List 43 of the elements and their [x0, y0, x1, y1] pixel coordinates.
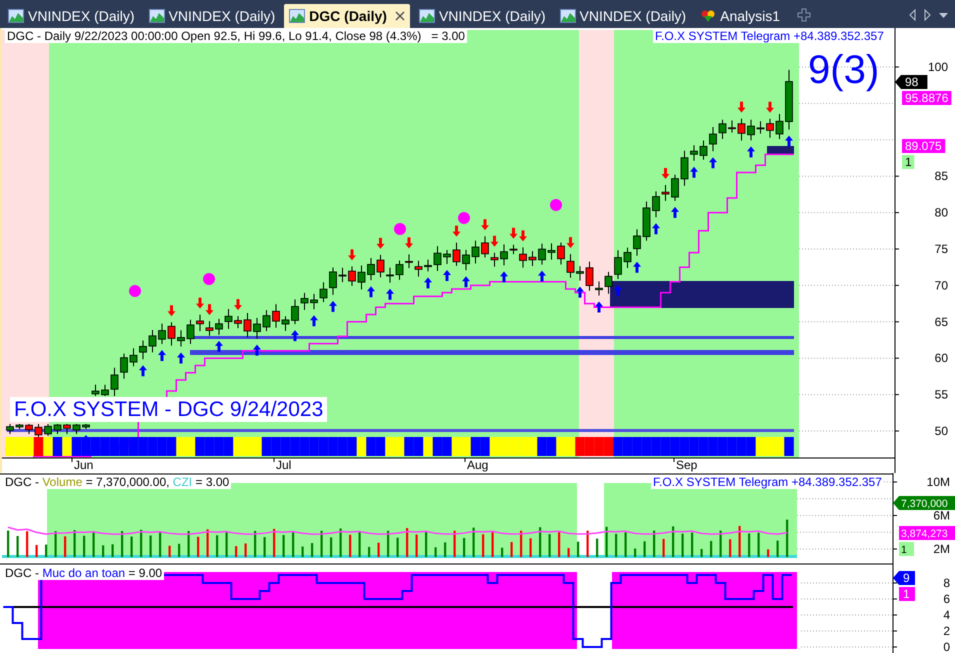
axis-label: 2	[943, 624, 950, 638]
chart-legend: DGC - Muc do an toan = 9.00	[3, 566, 164, 580]
axis-label: Jul	[276, 458, 292, 472]
axis-label: 4	[943, 608, 950, 622]
chart-tab[interactable]: VNINDEX (Daily)	[3, 4, 140, 28]
axis-label: 50	[934, 424, 948, 438]
price-tag: 1	[902, 155, 914, 169]
chart-tab[interactable]: VNINDEX (Daily)	[414, 4, 551, 28]
axis-label: 100	[928, 60, 948, 74]
chart-tab[interactable]: Analysis1	[695, 4, 786, 28]
value-tag: 1	[899, 542, 914, 556]
axis-label: Jun	[74, 458, 94, 472]
price-tag: 89.075	[902, 139, 946, 153]
value-tag: 9	[893, 571, 915, 585]
axis-label: Sep	[676, 458, 698, 472]
axis-label: 2M	[933, 542, 950, 556]
contact-caption: F.O.X SYSTEM Telegram +84.389.352.357	[651, 475, 884, 489]
axis-label: 6	[943, 592, 950, 606]
axis-label: 65	[934, 314, 948, 329]
price-tag: 98	[895, 75, 928, 89]
axis-label: 80	[934, 206, 948, 220]
chart-tab[interactable]: DGC (Daily)	[284, 4, 410, 28]
axis-label: Aug	[467, 458, 488, 472]
value-tag: 3,874,273	[899, 526, 955, 540]
axis-label: 6M	[933, 508, 950, 522]
axis-label: 0	[943, 640, 950, 653]
axis-label: 85	[934, 169, 948, 184]
contact-caption: F.O.X SYSTEM Telegram +84.389.352.357	[653, 29, 886, 43]
value-tag: 1	[899, 587, 915, 601]
chart-legend: DGC - Daily 9/22/2023 00:00:00 Open 92.5, Hi 99.6, Lo 91.4, Close 98 (4.3%) = 3.00	[5, 29, 467, 43]
price-tag: 95.8876	[902, 91, 952, 105]
axis-label: 60	[934, 351, 948, 366]
chart-tab[interactable]: VNINDEX (Daily)	[144, 4, 280, 28]
chart-tab[interactable]: VNINDEX (Daily)	[554, 4, 692, 28]
chart-legend: DGC - Volume = 7,370,000.00, CZI = 3.00	[3, 475, 232, 489]
signal-count: 9(3)	[808, 47, 880, 94]
axis-label: 8	[943, 576, 950, 590]
chart-caption: F.O.X SYSTEM - DGC 9/24/2023	[10, 397, 328, 422]
axis-label: 55	[934, 388, 948, 402]
axis-label: 10M	[926, 475, 950, 489]
value-tag: 7,370,000	[893, 496, 955, 510]
axis-label: 75	[934, 242, 948, 256]
axis-label: 70	[934, 278, 948, 292]
